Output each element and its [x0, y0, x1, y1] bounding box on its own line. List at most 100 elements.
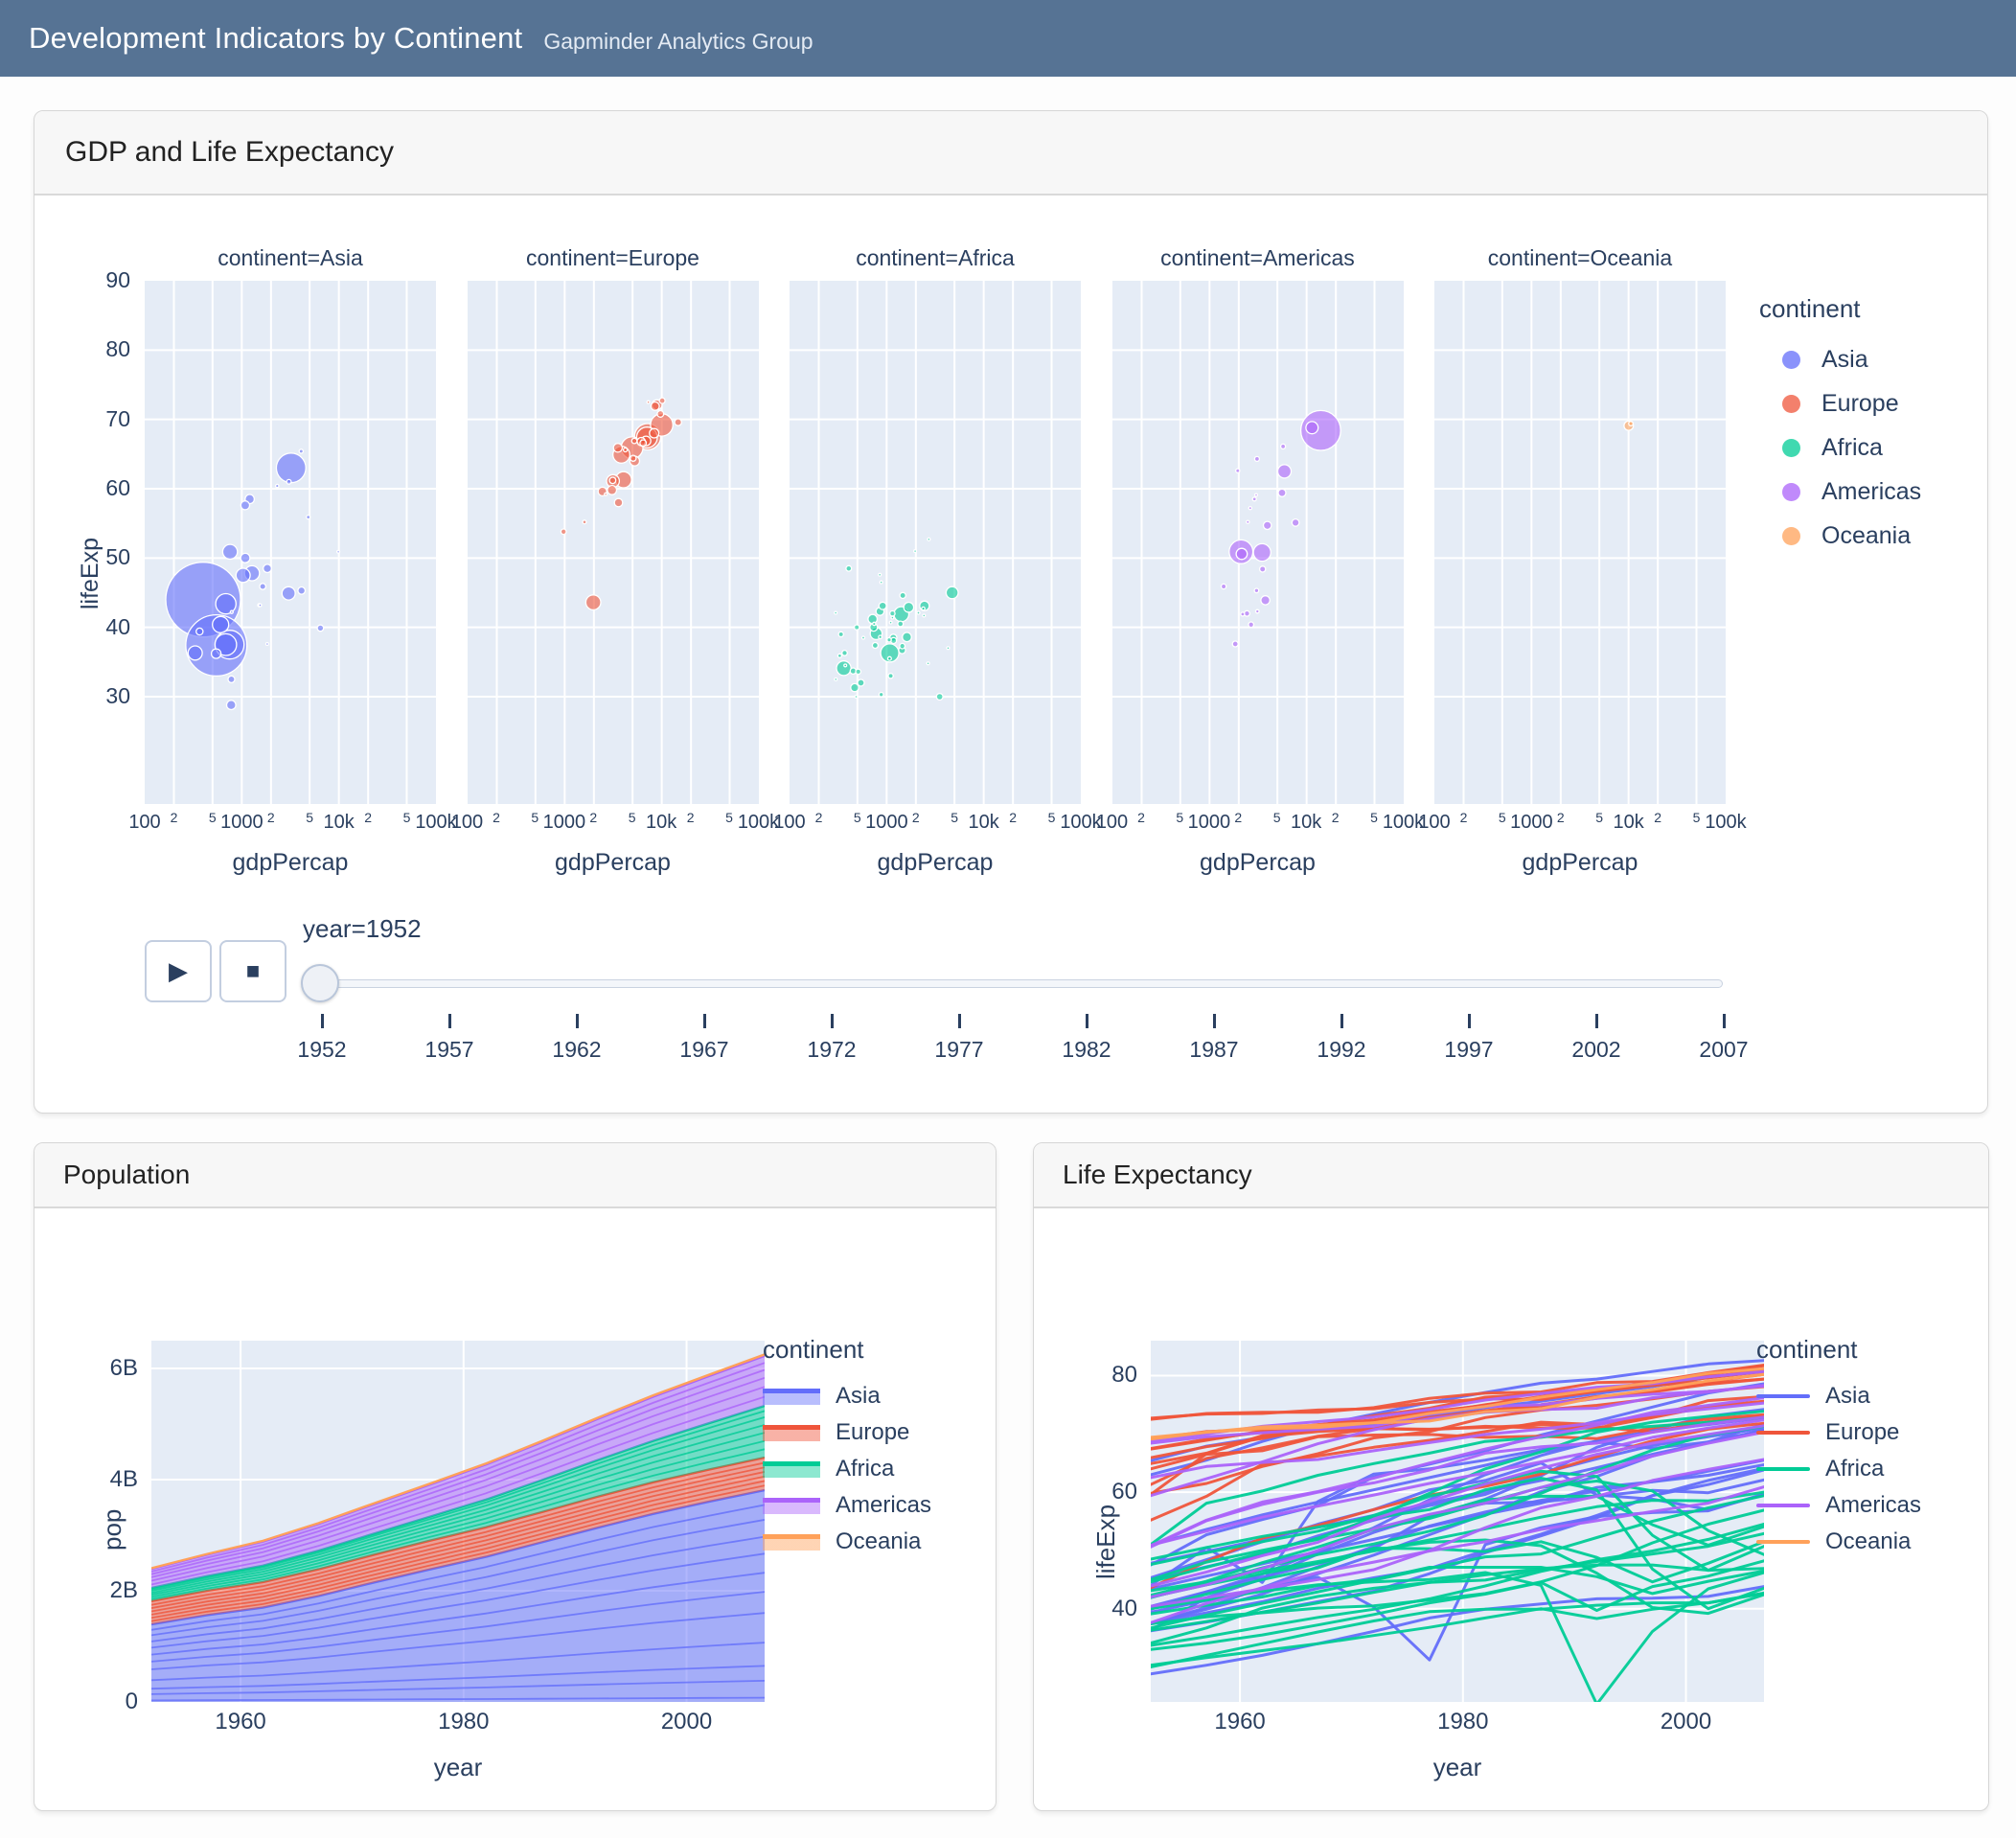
- slider-tick: [1595, 1014, 1598, 1028]
- gdp-lifeexp-card: GDP and Life Expectancy lifeExp continen…: [34, 110, 1988, 1114]
- x-tick-label: 2: [493, 810, 500, 825]
- legend-item-Europe[interactable]: Europe: [763, 1414, 931, 1451]
- legend-label: Europe: [836, 1419, 909, 1446]
- slider-tick-label: 1972: [779, 1037, 884, 1063]
- legend-item-Americas[interactable]: Americas: [763, 1487, 931, 1524]
- scatter-panel-Oceania[interactable]: [1434, 281, 1726, 804]
- legend-swatch-icon: [1756, 1394, 1810, 1398]
- legend-swatch-icon: [763, 1389, 820, 1405]
- y-tick-label: 60: [1074, 1479, 1137, 1505]
- legend-item-Americas[interactable]: Americas: [1759, 470, 1921, 514]
- slider-tick-label: 1997: [1416, 1037, 1522, 1063]
- slider-tick: [321, 1014, 324, 1028]
- legend-swatch-icon: [1782, 483, 1800, 501]
- facet-title-Europe: continent=Europe: [468, 245, 759, 271]
- play-button[interactable]: ▶: [145, 940, 212, 1002]
- legend-label: Africa: [836, 1456, 894, 1482]
- app-header: Development Indicators by Continent Gapm…: [0, 0, 2016, 77]
- lifeexp-plot[interactable]: [1151, 1341, 1764, 1702]
- y-tick-label: 40: [73, 614, 130, 640]
- scatter-panel-Americas[interactable]: [1112, 281, 1404, 804]
- x-tick-label: 100: [773, 812, 805, 834]
- population-card-title: Population: [63, 1160, 190, 1190]
- population-card-header: Population: [34, 1143, 996, 1208]
- gdp-lifeexp-card-header: GDP and Life Expectancy: [34, 111, 1987, 195]
- stop-icon: ■: [246, 958, 261, 985]
- x-tick-label: 2: [267, 810, 275, 825]
- lifeexp-card: Life Expectancy lifeExp year continent A…: [1033, 1142, 1989, 1811]
- legend-item-Europe[interactable]: Europe: [1756, 1414, 1921, 1451]
- legend-item-Africa[interactable]: Africa: [1756, 1451, 1921, 1487]
- legend-item-Europe[interactable]: Europe: [1759, 381, 1921, 425]
- legend-label: Africa: [1821, 434, 1883, 462]
- x-tick-labels-Oceania: 1002510002510k25100k: [1434, 808, 1726, 837]
- legend-item-Oceania[interactable]: Oceania: [1759, 514, 1921, 558]
- x-tick-label: 1000: [1510, 812, 1553, 834]
- gdp-lifeexp-card-title: GDP and Life Expectancy: [65, 136, 394, 169]
- slider-tick: [1213, 1014, 1216, 1028]
- facet-title-Asia: continent=Asia: [145, 245, 436, 271]
- legend-label: Oceania: [836, 1528, 921, 1555]
- x-tick-labels-Africa: 1002510002510k25100k: [790, 808, 1081, 837]
- facet-title-Americas: continent=Americas: [1112, 245, 1404, 271]
- legend-item-Asia[interactable]: Asia: [1759, 337, 1921, 381]
- slider-tick-label: 1957: [397, 1037, 502, 1063]
- slider-tick: [576, 1014, 579, 1028]
- x-tick-labels-Asia: 1002510002510k25100k: [145, 808, 436, 837]
- y-tick-label: 2B: [75, 1577, 138, 1604]
- scatter-panel-Europe[interactable]: [468, 281, 759, 804]
- slider-tick-label: 1952: [269, 1037, 375, 1063]
- x-tick-label: 2: [912, 810, 920, 825]
- x-tick-label: 2000: [630, 1709, 745, 1735]
- x-tick-label: 5: [1595, 810, 1603, 825]
- slider-tick: [1468, 1014, 1471, 1028]
- lifeexp-x-axis-title: year: [1342, 1753, 1572, 1782]
- slider-tick: [1086, 1014, 1088, 1028]
- x-tick-labels-Americas: 1002510002510k25100k: [1112, 808, 1404, 837]
- x-tick-label: 10k: [324, 812, 355, 834]
- facet-title-Oceania: continent=Oceania: [1434, 245, 1726, 271]
- x-tick-label: 5: [725, 810, 733, 825]
- legend-item-Asia[interactable]: Asia: [763, 1378, 931, 1414]
- legend-swatch-icon: [1782, 351, 1800, 369]
- stop-button[interactable]: ■: [219, 940, 286, 1002]
- legend-swatch-icon: [1756, 1431, 1810, 1435]
- slider-tick-label: 2002: [1544, 1037, 1649, 1063]
- year-slider-handle[interactable]: [301, 964, 339, 1002]
- x-tick-label: 100: [1096, 812, 1128, 834]
- legend-item-Africa[interactable]: Africa: [763, 1451, 931, 1487]
- x-axis-title-Oceania: gdpPercap: [1434, 849, 1726, 877]
- x-tick-label: 5: [629, 810, 636, 825]
- x-tick-label: 2: [171, 810, 178, 825]
- x-tick-label: 5: [209, 810, 217, 825]
- population-legend-title: continent: [763, 1335, 931, 1365]
- legend-item-Oceania[interactable]: Oceania: [1756, 1524, 1921, 1560]
- play-icon: ▶: [169, 956, 188, 986]
- x-tick-label: 2: [1332, 810, 1340, 825]
- x-tick-label: 10k: [1291, 812, 1321, 834]
- population-plot[interactable]: [151, 1341, 765, 1702]
- y-tick-label: 80: [73, 336, 130, 362]
- lifeexp-y-axis-title: lifeExp: [1091, 1505, 1121, 1579]
- x-tick-label: 5: [1048, 810, 1056, 825]
- legend-item-Africa[interactable]: Africa: [1759, 425, 1921, 470]
- x-tick-label: 10k: [1614, 812, 1644, 834]
- x-tick-label: 1980: [406, 1709, 521, 1735]
- legend-label: Oceania: [1821, 522, 1911, 550]
- x-tick-label: 10k: [969, 812, 999, 834]
- scatter-panel-Asia[interactable]: [145, 281, 436, 804]
- x-tick-label: 5: [1176, 810, 1183, 825]
- x-tick-label: 100: [1418, 812, 1450, 834]
- scatter-panel-Africa[interactable]: [790, 281, 1081, 804]
- slider-tick: [448, 1014, 451, 1028]
- x-tick-labels-Europe: 1002510002510k25100k: [468, 808, 759, 837]
- x-tick-label: 2: [815, 810, 823, 825]
- slider-tick-label: 1962: [524, 1037, 630, 1063]
- x-tick-label: 100k: [1705, 812, 1746, 834]
- x-axis-title-Africa: gdpPercap: [790, 849, 1081, 877]
- legend-item-Oceania[interactable]: Oceania: [763, 1524, 931, 1560]
- x-tick-label: 5: [854, 810, 861, 825]
- year-slider-track[interactable]: [320, 979, 1723, 988]
- legend-item-Americas[interactable]: Americas: [1756, 1487, 1921, 1524]
- legend-item-Asia[interactable]: Asia: [1756, 1378, 1921, 1414]
